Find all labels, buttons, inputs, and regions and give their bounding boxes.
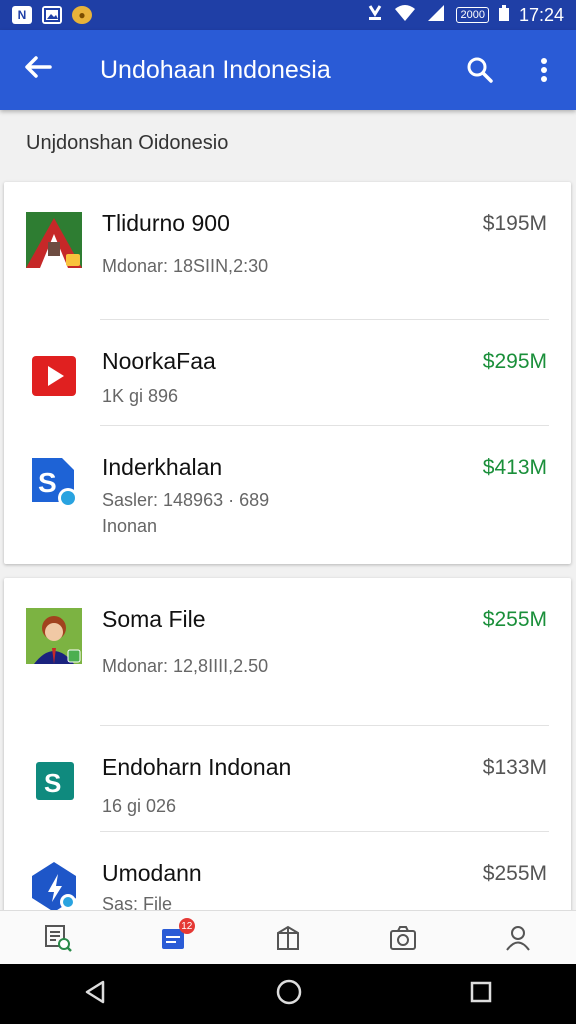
file-s-icon: S: [26, 454, 82, 510]
notification-badge: 12: [178, 918, 195, 934]
coin-icon: ●: [72, 6, 92, 24]
shield-app-icon: [26, 858, 82, 914]
nav-store[interactable]: [258, 916, 318, 960]
back-button[interactable]: [0, 53, 76, 87]
list-item[interactable]: Umodann Sas: File $255M: [4, 832, 571, 918]
game-icon: [26, 212, 82, 268]
download-icon: [366, 4, 384, 27]
nav-inbox[interactable]: 12: [143, 916, 203, 960]
search-button[interactable]: [448, 56, 512, 84]
camera-icon: [390, 926, 417, 950]
item-subtitle: 16 gi 026: [102, 796, 177, 816]
item-price: $195M: [482, 212, 547, 235]
item-subtitle: Mdonar: 12,8IIII,2.50: [102, 656, 269, 676]
app-bar: Undohaan Indonesia: [0, 30, 576, 110]
item-name: Umodann: [102, 860, 202, 886]
list-item[interactable]: Soma File Mdonar: 12,8IIII,2.50 $255M: [4, 578, 571, 726]
list-item[interactable]: S Endoharn Indonan 16 gi 026 $133M: [4, 726, 571, 832]
list-search-icon: [44, 925, 72, 952]
search-icon: [467, 57, 493, 83]
wifi-icon: [394, 4, 416, 27]
system-home-button[interactable]: [275, 978, 303, 1011]
clock: 17:24: [518, 4, 564, 25]
item-subtitle: Sasler: 148963 · 689: [102, 490, 270, 510]
system-nav-bar: [0, 964, 576, 1024]
item-price: $295M: [482, 350, 547, 373]
profile-photo-icon: [26, 608, 82, 664]
item-subtitle: Mdonar: 18SIIN,2:30: [102, 256, 269, 276]
item-name: Soma File: [102, 606, 206, 632]
nav-camera[interactable]: [373, 916, 433, 960]
system-recents-button[interactable]: [469, 980, 493, 1009]
list-item[interactable]: S Inderkhalan Sasler: 148963 · 689 Inona…: [4, 426, 571, 564]
play-icon: [26, 348, 82, 404]
signal-icon: [426, 4, 446, 27]
item-name: Tlidurno 900: [102, 210, 230, 236]
status-right: 2000 17:24: [366, 4, 564, 27]
notification-n-icon: N: [12, 6, 32, 24]
item-name: Inderkhalan: [102, 454, 223, 480]
item-price: $255M: [482, 608, 547, 631]
s-app-icon: S: [26, 752, 82, 808]
more-options-button[interactable]: [512, 57, 576, 83]
item-price: $413M: [482, 456, 547, 479]
status-bar: N ● 2000 17:24: [0, 0, 576, 30]
item-subtitle-2: Inonan: [102, 516, 158, 536]
list-item[interactable]: Tlidurno 900 Mdonar: 18SIIN,2:30 $195M: [4, 182, 571, 320]
list-card: Soma File Mdonar: 12,8IIII,2.50 $255M S …: [4, 578, 571, 918]
nav-profile[interactable]: [488, 916, 548, 960]
arrow-left-icon: [25, 56, 52, 78]
item-price: $133M: [482, 756, 547, 779]
nav-list-search[interactable]: [28, 916, 88, 960]
image-icon: [42, 6, 62, 24]
item-subtitle: 1K gi 896: [102, 386, 179, 406]
item-price: $255M: [482, 862, 547, 885]
person-icon: [506, 926, 531, 951]
item-name: NoorkaFaa: [102, 348, 216, 374]
battery-label: 2000: [456, 7, 489, 23]
more-vert-icon: [541, 58, 547, 82]
recents-icon: [470, 981, 492, 1002]
app-title: Undohaan Indonesia: [100, 55, 331, 84]
item-name: Endoharn Indonan: [102, 754, 292, 780]
system-back-button[interactable]: [83, 979, 109, 1010]
svg-text:S: S: [44, 768, 61, 798]
list-card: Tlidurno 900 Mdonar: 18SIIN,2:30 $195M N…: [4, 182, 571, 564]
svg-text:S: S: [38, 467, 57, 498]
store-icon: [276, 925, 299, 950]
back-icon: [85, 980, 105, 1003]
status-left: N ●: [12, 6, 92, 24]
home-icon: [276, 979, 302, 1004]
list-item[interactable]: NoorkaFaa 1K gi 896 $295M: [4, 320, 571, 426]
bottom-nav: 12: [0, 910, 576, 965]
section-title: Unjdonshan Oidonesio: [26, 132, 229, 154]
battery-icon: [498, 4, 509, 26]
